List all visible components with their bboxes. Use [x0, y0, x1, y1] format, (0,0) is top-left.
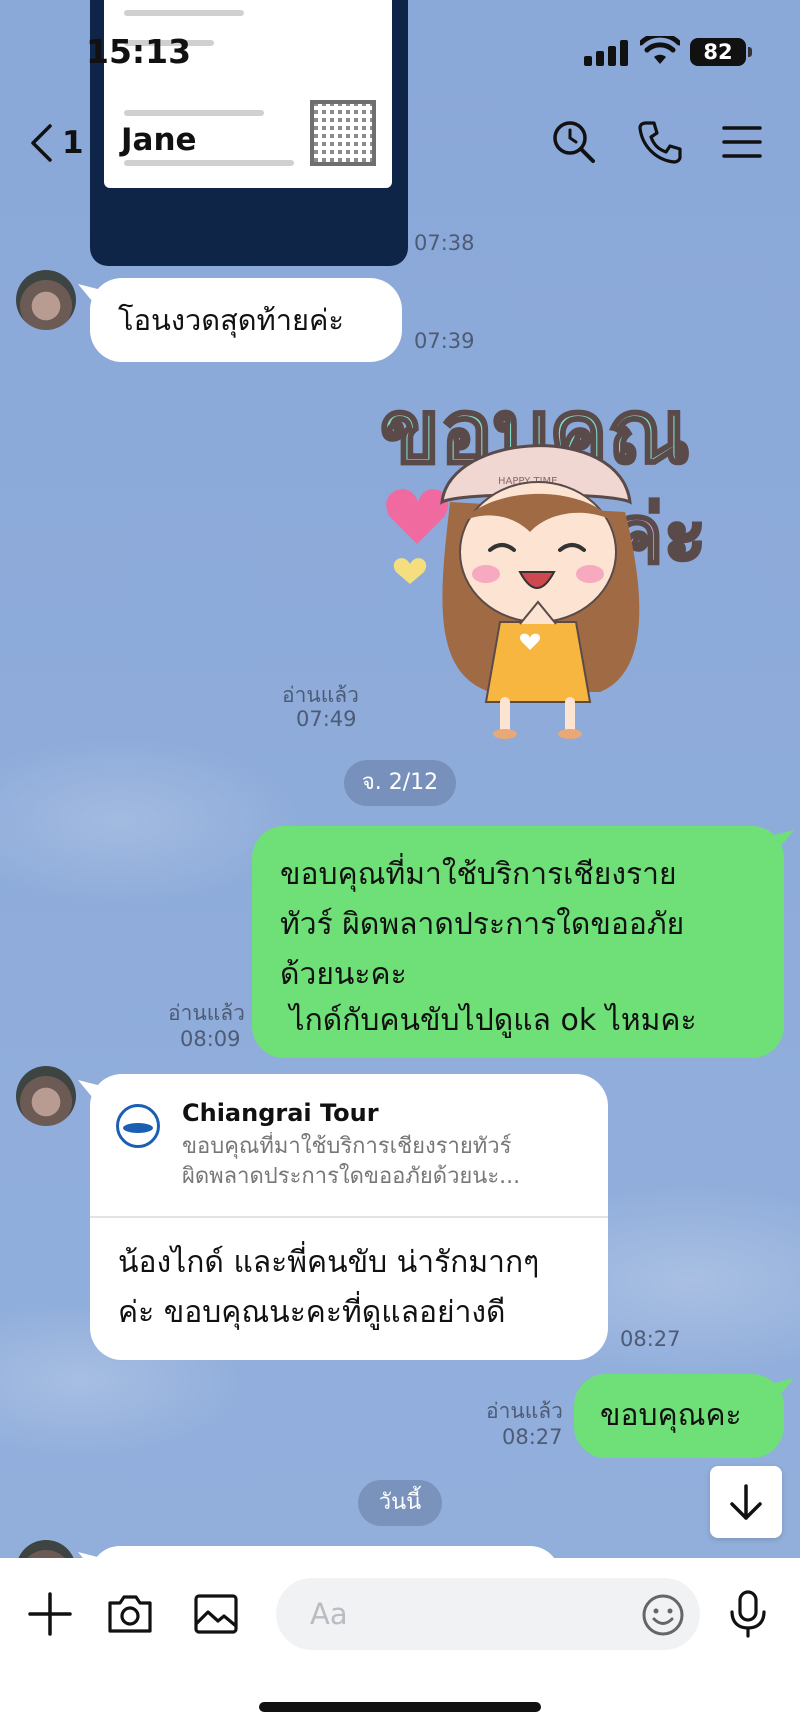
status-bar: 15:13 82	[0, 0, 800, 100]
microphone-icon[interactable]	[722, 1588, 774, 1640]
back-button[interactable]: 1	[28, 120, 84, 166]
emoji-icon[interactable]	[640, 1592, 686, 1638]
unread-count: 1	[62, 125, 84, 161]
message-line: ค่ะ ขอบคุณนะคะที่ดูแลอย่างดี	[118, 1295, 506, 1330]
message-time: 08:27	[502, 1425, 563, 1449]
message-line: ด้วยนะคะ	[280, 957, 407, 992]
sticker-thank-you[interactable]: ขอบคุณ ค่ะ HAPPY TIME	[380, 372, 780, 744]
battery-tip	[748, 47, 752, 57]
message-line: ไกด์กับคนขับไปดูแล ok ไหมคะ	[280, 1003, 697, 1038]
chat-title: Jane	[121, 122, 197, 158]
wifi-icon	[640, 36, 680, 64]
reply-preview-text: ผิดพลาดประการใดขออภัยด้วยนะ...	[182, 1164, 521, 1189]
avatar[interactable]	[16, 270, 76, 330]
message-line: น้องไกด์ และพี่คนขับ น่ารักมากๆ	[118, 1245, 540, 1280]
date-separator: จ. 2/12	[344, 760, 456, 806]
home-indicator	[259, 1702, 541, 1712]
message-text: ขอบคุณคะ	[600, 1398, 742, 1433]
heart-icon	[393, 558, 427, 584]
image-icon[interactable]	[190, 1588, 242, 1640]
message-line: ทัวร์ ผิดพลาดประการใดขออภัย	[280, 907, 685, 942]
signal-icon	[584, 40, 628, 66]
scroll-to-bottom-button[interactable]	[710, 1466, 782, 1538]
plus-icon[interactable]	[24, 1588, 76, 1640]
message-line: ขอบคุณที่มาใช้บริการเชียงราย	[280, 857, 677, 892]
incoming-reply-message[interactable]: Chiangrai Tour ขอบคุณที่มาใช้บริการเชียง…	[90, 1074, 608, 1360]
chiangrai-tour-logo	[116, 1104, 160, 1148]
status-time: 15:13	[86, 32, 192, 71]
read-status: อ่านแล้ว	[282, 683, 359, 707]
battery-indicator: 82	[690, 38, 746, 66]
incoming-message[interactable]: โอนงวดสุดท้ายค่ะ	[90, 278, 402, 362]
message-time: 08:09	[180, 1027, 241, 1051]
message-input[interactable]	[276, 1578, 700, 1650]
phone-icon[interactable]	[636, 118, 684, 166]
message-text: โอนงวดสุดท้ายค่ะ	[118, 303, 344, 337]
message-time: 07:38	[414, 231, 475, 255]
search-icon[interactable]	[550, 118, 598, 166]
message-text: น้องไกด์ และพี่คนขับ น่ารักมากๆ ค่ะ ขอบค…	[118, 1238, 588, 1338]
outgoing-message[interactable]: ขอบคุณคะ	[574, 1374, 784, 1458]
read-status: อ่านแล้ว	[168, 1001, 245, 1025]
chevron-left-icon	[31, 124, 52, 162]
chat-header: 1 Jane	[0, 100, 800, 186]
read-status: อ่านแล้ว	[486, 1399, 563, 1423]
reply-quote[interactable]: Chiangrai Tour ขอบคุณที่มาใช้บริการเชียง…	[90, 1074, 608, 1218]
camera-icon[interactable]	[104, 1588, 156, 1640]
reply-sender-name: Chiangrai Tour	[182, 1099, 379, 1127]
message-time: 08:27	[620, 1327, 681, 1351]
message-time: 07:39	[414, 329, 475, 353]
arrow-down-icon	[730, 1484, 762, 1520]
reply-preview-text: ขอบคุณที่มาใช้บริการเชียงรายทัวร์	[182, 1134, 512, 1159]
outgoing-message[interactable]: ขอบคุณที่มาใช้บริการเชียงราย ทัวร์ ผิดพล…	[252, 826, 784, 1058]
menu-icon[interactable]	[718, 118, 766, 166]
heart-icon	[386, 489, 449, 544]
date-separator: วันนี้	[358, 1480, 442, 1526]
message-time: 07:49	[296, 707, 357, 731]
avatar[interactable]	[16, 1066, 76, 1126]
